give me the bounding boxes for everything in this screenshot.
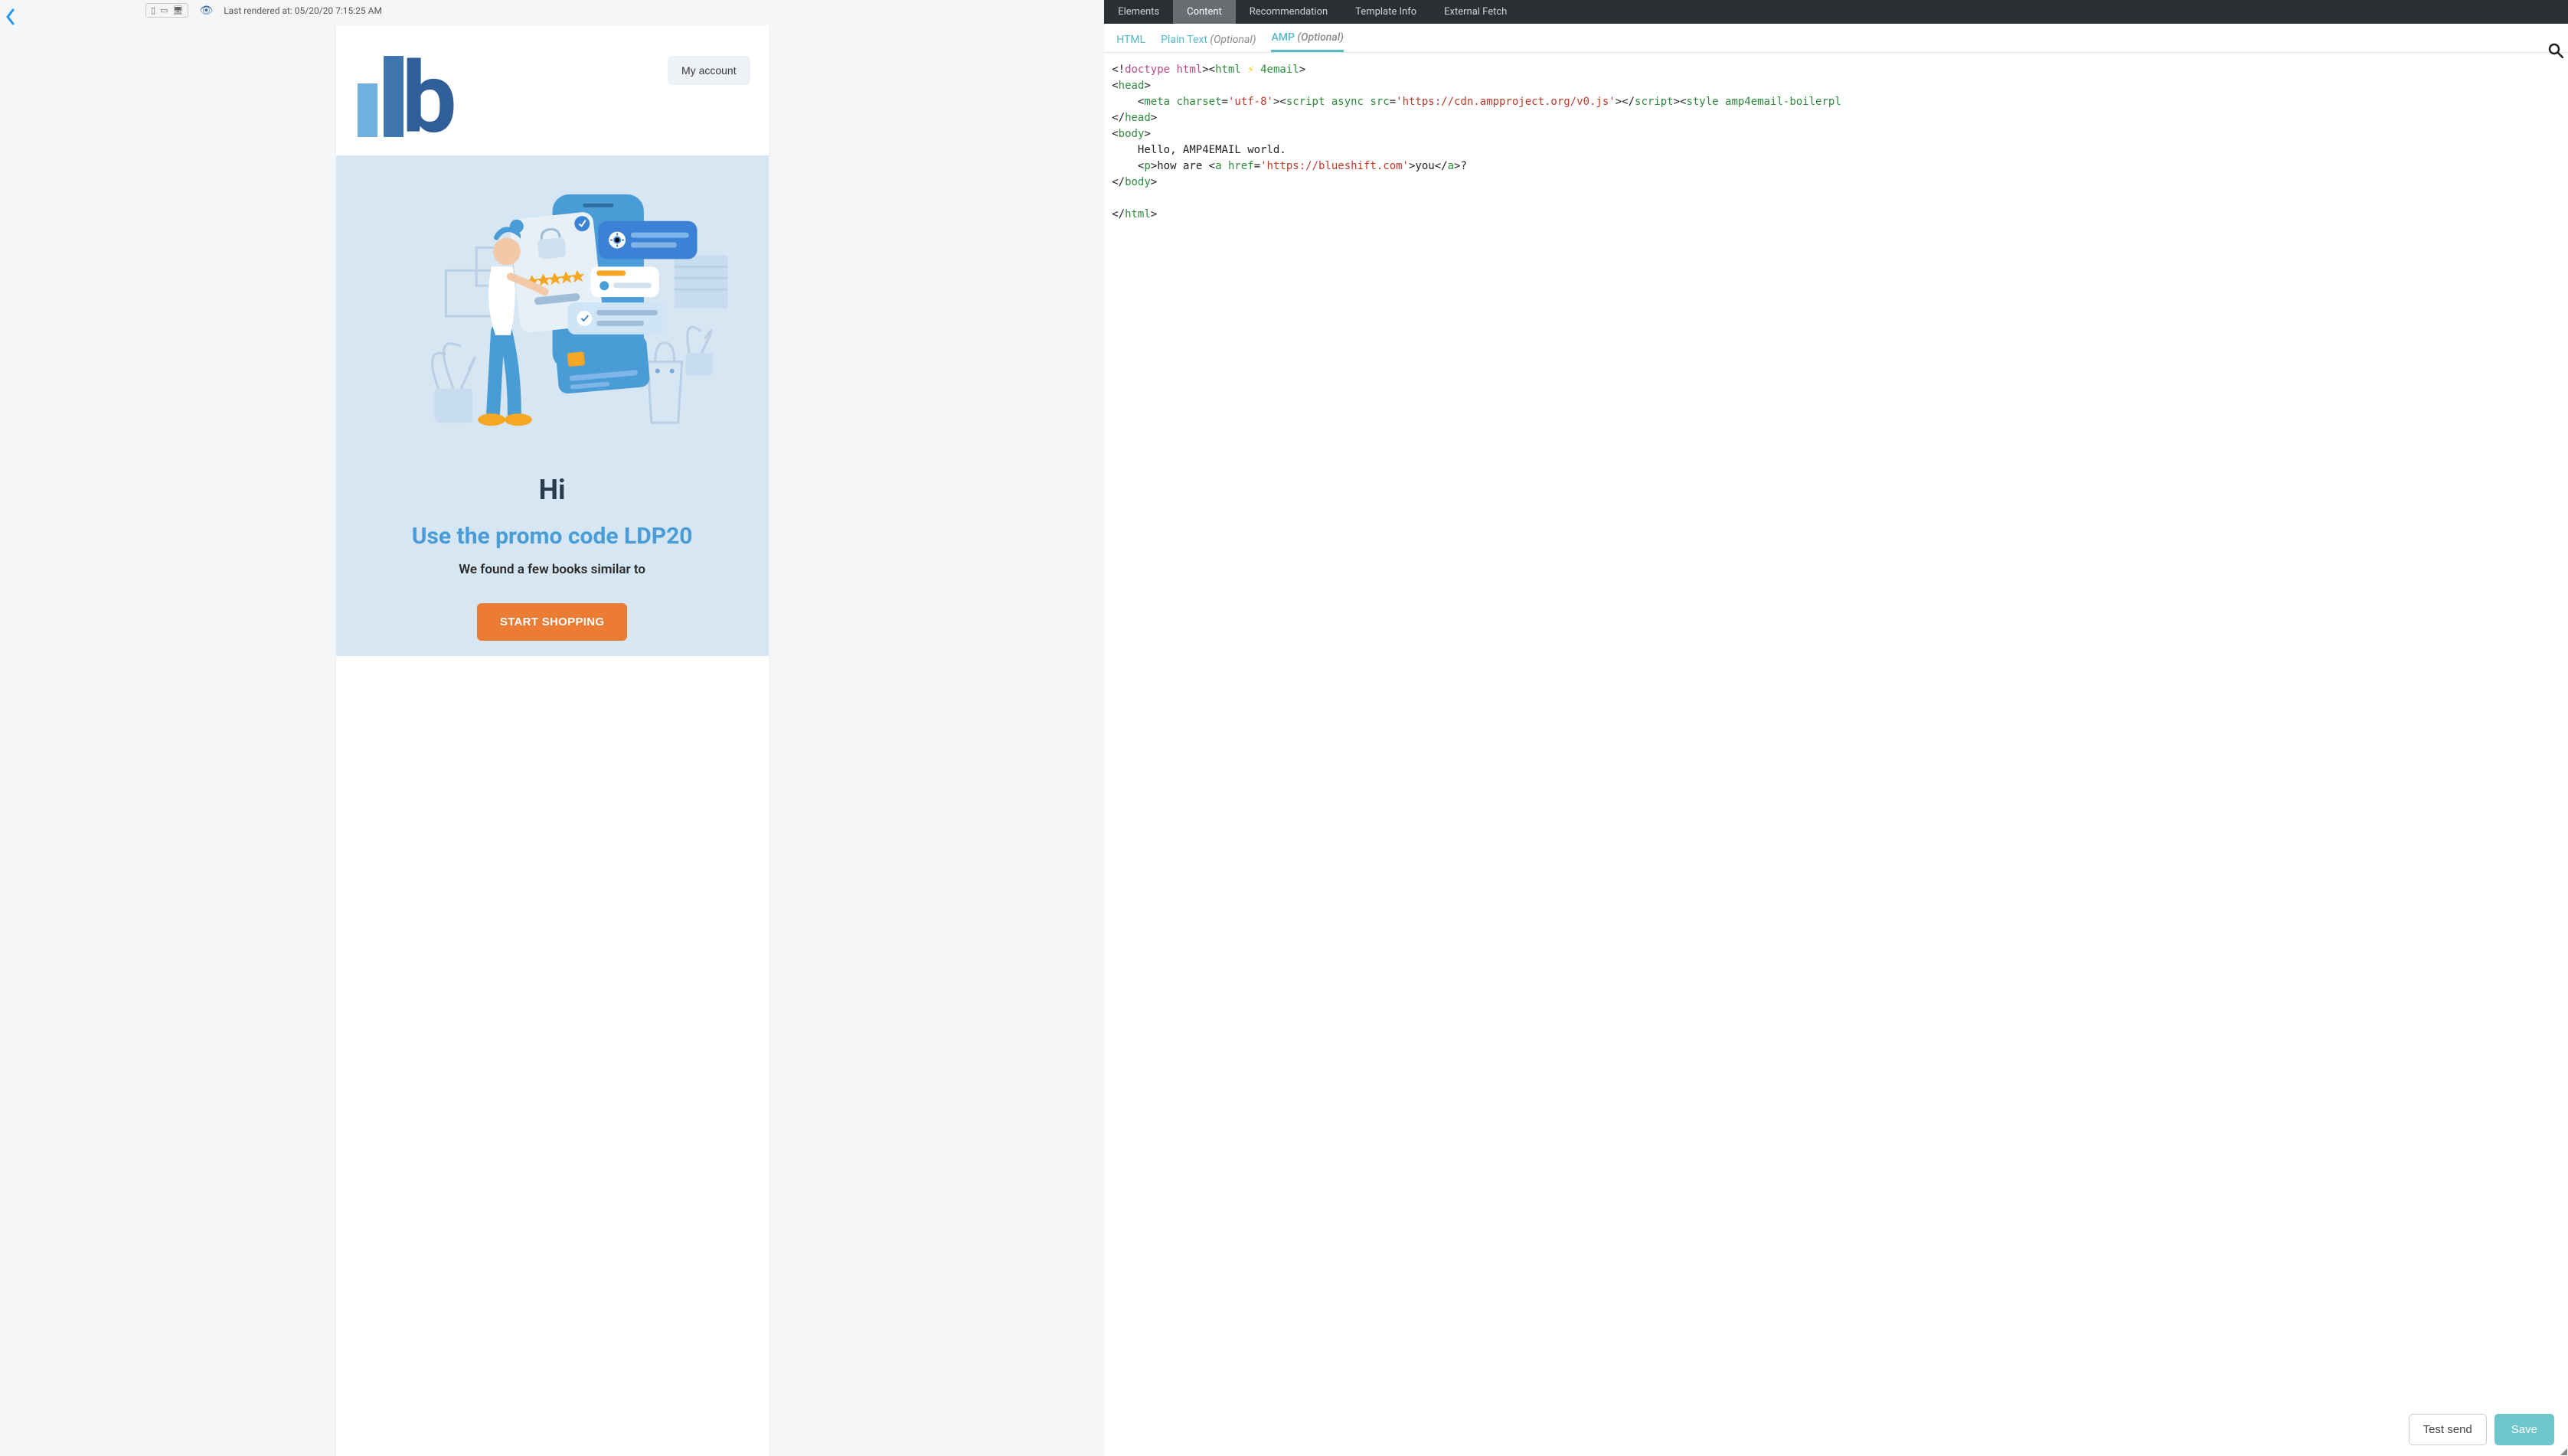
tab-content[interactable]: Content xyxy=(1173,0,1236,24)
desktop-icon[interactable]: 🖥 xyxy=(172,5,183,15)
lightning-icon: ⚡ xyxy=(1247,64,1253,76)
email-books: We found a few books similar to xyxy=(336,562,769,577)
hero-illustration xyxy=(336,178,769,454)
preview-eye-icon[interactable]: 👁 xyxy=(199,5,213,17)
logo-letter-icon: b xyxy=(402,61,454,137)
email-hero: Hi Use the promo code LDP20 We found a f… xyxy=(336,155,769,656)
tab-elements[interactable]: Elements xyxy=(1104,0,1173,24)
code-editor[interactable]: <!doctype html><html ⚡ 4email> <head> <m… xyxy=(1104,53,2568,1456)
preview-panel: ▯ ▭ 🖥 👁 Last rendered at: 05/20/20 7:15:… xyxy=(0,0,1104,1456)
brand-logo: b xyxy=(358,56,454,137)
logo-bar-icon xyxy=(358,83,377,137)
device-toggle[interactable]: ▯ ▭ 🖥 xyxy=(145,3,188,18)
tablet-icon[interactable]: ▭ xyxy=(160,5,168,15)
editor-panel: Elements Content Recommendation Template… xyxy=(1104,0,2568,1456)
logo-bar-icon xyxy=(384,56,403,137)
my-account-button[interactable]: My account xyxy=(668,56,750,85)
email-promo: Use the promo code LDP20 xyxy=(336,523,769,550)
resize-handle-icon[interactable] xyxy=(2557,1445,2568,1456)
primary-tabs: Elements Content Recommendation Template… xyxy=(1104,0,2568,24)
tab-recommendation[interactable]: Recommendation xyxy=(1236,0,1341,24)
back-button[interactable] xyxy=(5,8,17,31)
email-hi: Hi xyxy=(336,474,769,506)
subtab-plain-text[interactable]: Plain Text (Optional) xyxy=(1161,34,1256,52)
subtab-amp[interactable]: AMP (Optional) xyxy=(1271,31,1343,52)
test-send-button[interactable]: Test send xyxy=(2409,1414,2487,1445)
tab-external-fetch[interactable]: External Fetch xyxy=(1430,0,1521,24)
secondary-tabs: HTML Plain Text (Optional) AMP (Optional… xyxy=(1104,24,2568,53)
chevron-left-icon xyxy=(5,8,17,26)
preview-top-controls: ▯ ▭ 🖥 👁 Last rendered at: 05/20/20 7:15:… xyxy=(0,0,1104,25)
last-rendered-label: Last rendered at: 05/20/20 7:15:25 AM xyxy=(224,5,382,16)
start-shopping-button[interactable]: START SHOPPING xyxy=(477,603,627,641)
mobile-icon[interactable]: ▯ xyxy=(151,5,155,15)
email-header: b My account xyxy=(336,25,769,155)
tab-template-info[interactable]: Template Info xyxy=(1341,0,1430,24)
footer-actions: Test send Save xyxy=(2409,1414,2554,1445)
save-button[interactable]: Save xyxy=(2494,1414,2554,1445)
email-preview: b My account xyxy=(336,25,769,1456)
subtab-html[interactable]: HTML xyxy=(1116,34,1145,52)
preview-wrap: b My account xyxy=(0,25,1104,1456)
